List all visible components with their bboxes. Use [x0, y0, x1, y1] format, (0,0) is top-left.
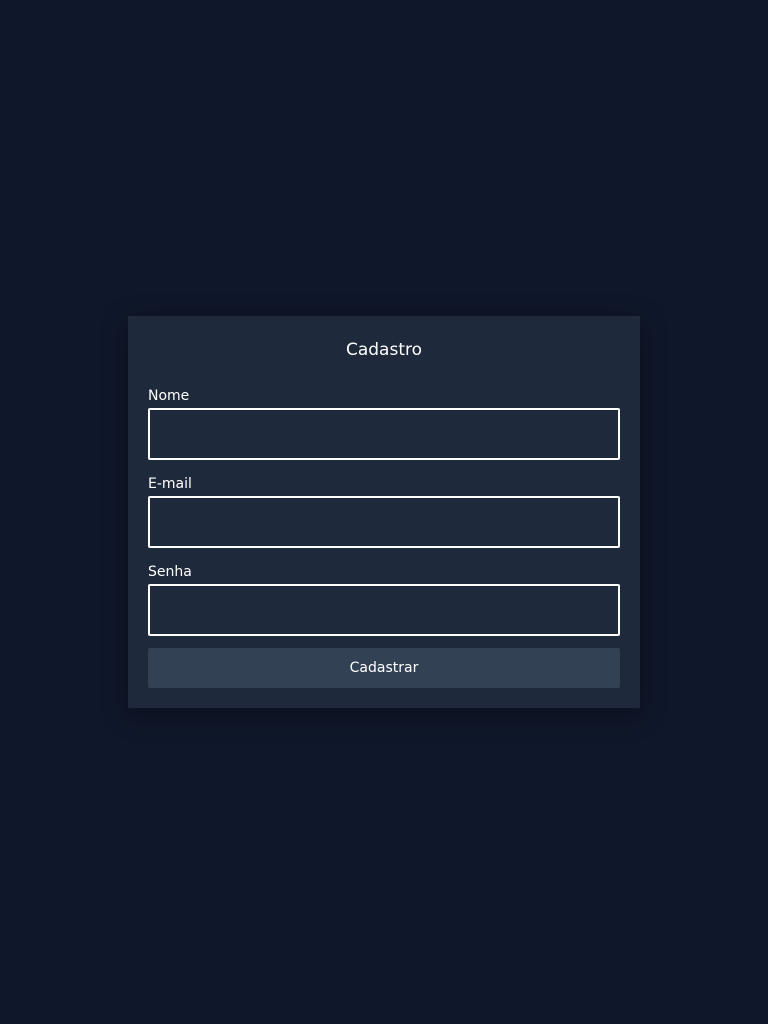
email-field-group: E-mail — [148, 476, 620, 548]
email-label: E-mail — [148, 476, 192, 492]
password-input[interactable] — [148, 584, 620, 636]
name-field-group: Nome — [148, 388, 620, 460]
form-title: Cadastro — [345, 340, 423, 360]
register-button[interactable]: Cadastrar — [148, 648, 620, 688]
email-input[interactable] — [148, 496, 620, 548]
password-field-group: Senha — [148, 564, 620, 636]
password-label: Senha — [148, 564, 192, 580]
name-label: Nome — [148, 388, 190, 404]
name-input[interactable] — [148, 408, 620, 460]
signup-card: Cadastro Nome E-mail Senha Cadastrar — [128, 316, 640, 708]
